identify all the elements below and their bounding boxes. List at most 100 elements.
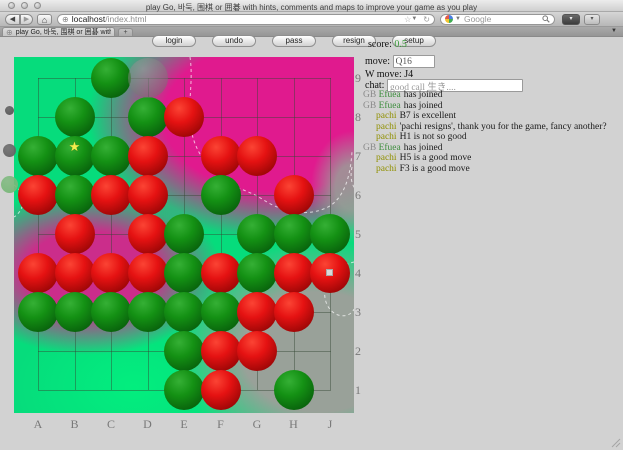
red-stone-G3[interactable]	[237, 292, 277, 332]
red-stone-F2[interactable]	[201, 331, 241, 371]
red-stone-F7[interactable]	[201, 136, 241, 176]
green-stone-J5[interactable]	[310, 214, 350, 254]
chat-message-text: H1 is not so good	[400, 132, 467, 142]
url-path: /index.html	[105, 14, 146, 24]
search-engine-caret-icon[interactable]: ▼	[455, 16, 461, 22]
url-domain: localhost	[72, 14, 106, 24]
red-stone-E8[interactable]	[164, 97, 204, 137]
chat-log-line: pachiF3 is a good move	[363, 164, 607, 175]
red-stone-F1[interactable]	[201, 370, 241, 410]
green-stone-D3[interactable]	[128, 292, 168, 332]
toolbar-panel-button[interactable]: ▾	[562, 14, 580, 25]
move-label: move:	[365, 56, 390, 67]
green-stone-F3[interactable]	[201, 292, 241, 332]
chat-message-text: has joined	[404, 90, 443, 100]
column-label-G: G	[247, 417, 267, 432]
red-stone-H6[interactable]	[274, 175, 314, 215]
red-stone-B4[interactable]	[55, 253, 95, 293]
back-button[interactable]: ◀	[5, 14, 20, 25]
green-stone-A7[interactable]	[18, 136, 58, 176]
red-stone-C4[interactable]	[91, 253, 131, 293]
red-stone-D4[interactable]	[128, 253, 168, 293]
green-stone-B3[interactable]	[55, 292, 95, 332]
column-label-H: H	[284, 417, 304, 432]
red-stone-J4[interactable]	[310, 253, 350, 293]
green-stone-G4[interactable]	[237, 253, 277, 293]
green-stone-C3[interactable]	[91, 292, 131, 332]
reload-icon[interactable]: ↻	[423, 15, 430, 24]
green-stone-E4[interactable]	[164, 253, 204, 293]
column-label-B: B	[65, 417, 85, 432]
window-titlebar: play Go, 바둑, 围棋 or 囲碁 with hints, commen…	[0, 0, 623, 12]
chat-message-text: F3 is a good move	[400, 164, 470, 174]
red-stone-B5[interactable]	[55, 214, 95, 254]
tab-play-go[interactable]: ⊕ play Go, 바둑, 围棋 or 囲碁 with h...	[2, 27, 115, 36]
search-bar[interactable]: ▼ Google	[440, 14, 555, 25]
toolbar-extra-button[interactable]: ▾	[584, 14, 600, 25]
green-stone-C9[interactable]	[91, 58, 131, 98]
green-stone-H1[interactable]	[274, 370, 314, 410]
window-resize-grip[interactable]	[609, 436, 621, 448]
green-stone-B7[interactable]: ★	[55, 136, 95, 176]
red-stone-C6[interactable]	[91, 175, 131, 215]
browser-window: play Go, 바둑, 围棋 or 囲碁 with hints, commen…	[0, 0, 623, 450]
red-stone-D5[interactable]	[128, 214, 168, 254]
green-stone-E3[interactable]	[164, 292, 204, 332]
chat-user-name: pachi	[376, 164, 397, 174]
url-bar[interactable]: ⊕ localhost/index.html ☆ ▼ ↻	[57, 14, 435, 25]
chat-user-name: Efuea	[379, 143, 401, 153]
grid-line-horizontal	[38, 78, 331, 79]
green-stone-A3[interactable]	[18, 292, 58, 332]
row-label-8: 8	[355, 110, 367, 125]
column-label-J: J	[320, 417, 340, 432]
chat-log-line: pachi'pachi resigns', thank you for the …	[363, 122, 607, 133]
green-stone-E5[interactable]	[164, 214, 204, 254]
forward-button[interactable]: ▶	[20, 14, 33, 25]
chat-country-prefix: GB	[363, 90, 379, 100]
ghost-stone-D9[interactable]	[128, 58, 168, 98]
column-label-D: D	[138, 417, 158, 432]
pass-button[interactable]: pass	[272, 35, 316, 47]
undo-button[interactable]: undo	[212, 35, 256, 47]
move-input[interactable]	[393, 55, 435, 68]
green-stone-G5[interactable]	[237, 214, 277, 254]
score-value: 0.5	[394, 39, 407, 50]
home-button[interactable]: ⌂	[37, 14, 52, 25]
red-stone-A6[interactable]	[18, 175, 58, 215]
bookmark-star-icon[interactable]: ☆	[404, 15, 411, 24]
chat-user-name: pachi	[376, 153, 397, 163]
green-stone-E1[interactable]	[164, 370, 204, 410]
chat-log-line: GB Efueahas joined	[363, 101, 607, 112]
chat-message-text: H5 is a good move	[400, 153, 472, 163]
column-label-A: A	[28, 417, 48, 432]
login-button[interactable]: login	[152, 35, 196, 47]
chat-message-text: B7 is excellent	[400, 111, 456, 121]
tab-favicon-globe-icon: ⊕	[6, 28, 13, 37]
search-magnifier-icon[interactable]	[542, 15, 550, 23]
green-stone-D8[interactable]	[128, 97, 168, 137]
go-board-canvas[interactable]: ★	[14, 57, 354, 413]
green-stone-F6[interactable]	[201, 175, 241, 215]
red-stone-G7[interactable]	[237, 136, 277, 176]
red-stone-A4[interactable]	[18, 253, 58, 293]
green-stone-B8[interactable]	[55, 97, 95, 137]
green-stone-C7[interactable]	[91, 136, 131, 176]
red-stone-H4[interactable]	[274, 253, 314, 293]
row-label-6: 6	[355, 188, 367, 203]
red-stone-F4[interactable]	[201, 253, 241, 293]
row-label-4: 4	[355, 266, 367, 281]
red-stone-G2[interactable]	[237, 331, 277, 371]
new-tab-button[interactable]: +	[118, 28, 133, 36]
window-title: play Go, 바둑, 围棋 or 囲碁 with hints, commen…	[0, 2, 623, 13]
google-search-engine-icon[interactable]	[445, 15, 453, 23]
red-stone-H3[interactable]	[274, 292, 314, 332]
red-stone-D7[interactable]	[128, 136, 168, 176]
url-dropdown-caret-icon[interactable]: ▼	[411, 16, 417, 22]
red-stone-D6[interactable]	[128, 175, 168, 215]
tab-title: play Go, 바둑, 围棋 or 囲碁 with h...	[16, 27, 111, 37]
column-label-E: E	[174, 417, 194, 432]
green-stone-H5[interactable]	[274, 214, 314, 254]
green-stone-E2[interactable]	[164, 331, 204, 371]
tab-overflow-caret-icon[interactable]: ▼	[611, 28, 617, 34]
green-stone-B6[interactable]	[55, 175, 95, 215]
